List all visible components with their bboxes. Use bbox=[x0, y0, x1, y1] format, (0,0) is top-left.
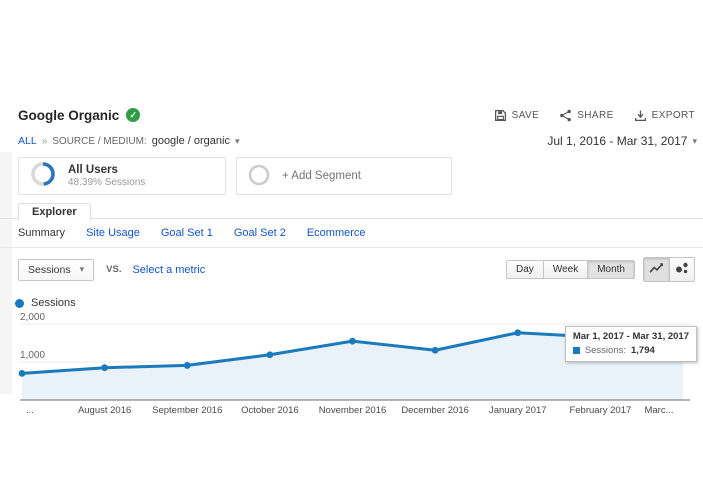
subtabs-row: Summary Site Usage Goal Set 1 Goal Set 2… bbox=[0, 219, 703, 248]
explorer-tab-row: Explorer bbox=[0, 203, 703, 221]
svg-text:Marc...: Marc... bbox=[644, 405, 673, 416]
motion-chart-type-button[interactable] bbox=[670, 257, 695, 282]
legend-label: Sessions bbox=[31, 297, 76, 309]
export-button[interactable]: EXPORT bbox=[634, 109, 695, 122]
share-button[interactable]: SHARE bbox=[559, 109, 613, 122]
line-chart-icon bbox=[649, 261, 664, 279]
svg-text:January 2017: January 2017 bbox=[489, 405, 547, 416]
metric-dropdown-caret-icon: ▾ bbox=[79, 264, 85, 274]
svg-text:...: ... bbox=[26, 405, 34, 416]
motion-chart-icon bbox=[675, 261, 689, 279]
svg-text:August 2016: August 2016 bbox=[78, 405, 131, 416]
granularity-week-button[interactable]: Week bbox=[543, 260, 589, 279]
save-button-label: SAVE bbox=[511, 109, 540, 121]
tooltip-value: 1,794 bbox=[631, 345, 655, 356]
report-header: Google Organic ✓ SAVE SHARE EXPORT bbox=[0, 100, 703, 130]
metric-dropdown[interactable]: Sessions ▾ bbox=[18, 258, 95, 281]
line-chart-type-button[interactable] bbox=[643, 257, 670, 282]
subtab-goal-set-1[interactable]: Goal Set 1 bbox=[161, 227, 213, 239]
breadcrumb-all-link[interactable]: ALL bbox=[18, 135, 37, 147]
toolbar-row: ALL » SOURCE / MEDIUM: google / organic … bbox=[0, 130, 703, 152]
breadcrumb-dimension-label: SOURCE / MEDIUM: bbox=[52, 135, 147, 147]
select-a-metric-link[interactable]: Select a metric bbox=[132, 264, 205, 276]
add-segment-circle-icon bbox=[247, 163, 271, 190]
date-range-selector[interactable]: Jul 1, 2016 - Mar 31, 2017 ▾ bbox=[547, 134, 697, 148]
svg-text:February 2017: February 2017 bbox=[569, 405, 631, 416]
svg-text:November 2016: November 2016 bbox=[319, 405, 387, 416]
save-icon bbox=[494, 109, 507, 122]
breadcrumb-separator: » bbox=[41, 135, 48, 147]
svg-text:September 2016: September 2016 bbox=[152, 405, 222, 416]
save-button[interactable]: SAVE bbox=[494, 109, 540, 122]
tab-explorer[interactable]: Explorer bbox=[18, 203, 91, 221]
chart-type-toggle bbox=[643, 257, 695, 282]
chart-tooltip: Mar 1, 2017 - Mar 31, 2017 Sessions: 1,7… bbox=[564, 326, 697, 362]
header-actions: SAVE SHARE EXPORT bbox=[494, 109, 695, 122]
subtab-goal-set-2[interactable]: Goal Set 2 bbox=[234, 227, 286, 239]
segment-subtitle: 48.39% Sessions bbox=[68, 177, 146, 188]
sessions-chart: 1,000 2,000... August 2016 September 2016 Oc… bbox=[0, 312, 703, 437]
export-icon bbox=[634, 109, 647, 122]
add-segment-button[interactable]: + Add Segment bbox=[236, 157, 452, 195]
tooltip-series-swatch bbox=[572, 347, 580, 354]
granularity-day-button[interactable]: Day bbox=[506, 260, 544, 279]
add-segment-label: + Add Segment bbox=[282, 170, 361, 182]
segment-donut-icon bbox=[29, 160, 57, 193]
svg-text:December 2016: December 2016 bbox=[401, 405, 469, 416]
export-button-label: EXPORT bbox=[651, 109, 695, 121]
granularity-month-button[interactable]: Month bbox=[588, 260, 635, 279]
svg-text:1,000: 1,000 bbox=[20, 350, 45, 361]
vs-label: VS. bbox=[106, 264, 122, 275]
date-range-label: Jul 1, 2016 - Mar 31, 2017 bbox=[547, 134, 688, 148]
tooltip-row: Sessions: 1,794 bbox=[572, 345, 689, 356]
breadcrumb-dimension-value: google / organic bbox=[151, 135, 230, 147]
granularity-toggle: Day Week Month bbox=[506, 260, 635, 279]
tooltip-title: Mar 1, 2017 - Mar 31, 2017 bbox=[572, 331, 689, 342]
legend-dot bbox=[15, 298, 24, 308]
analytics-report-page: Google Organic ✓ SAVE SHARE EXPORT ALL »… bbox=[0, 0, 703, 500]
svg-text:2,000: 2,000 bbox=[20, 312, 45, 323]
metric-dropdown-value: Sessions bbox=[28, 263, 71, 276]
share-button-label: SHARE bbox=[577, 109, 614, 121]
breadcrumb: ALL » SOURCE / MEDIUM: google / organic … bbox=[18, 135, 240, 147]
chart-controls: Day Week Month bbox=[506, 257, 695, 282]
segment-title: All Users bbox=[68, 164, 118, 176]
report-content: Google Organic ✓ SAVE SHARE EXPORT ALL »… bbox=[0, 100, 703, 437]
subtab-site-usage[interactable]: Site Usage bbox=[86, 227, 140, 239]
chart-legend: Sessions bbox=[0, 286, 703, 312]
metric-row: Sessions ▾ VS. Select a metric Day Week … bbox=[0, 248, 703, 286]
segment-all-users[interactable]: All Users 48.39% Sessions bbox=[18, 157, 226, 195]
tooltip-series-label: Sessions: bbox=[584, 345, 626, 356]
breadcrumb-caret-icon[interactable]: ▾ bbox=[235, 136, 240, 147]
subtab-ecommerce[interactable]: Ecommerce bbox=[307, 227, 366, 239]
svg-text:October 2016: October 2016 bbox=[241, 405, 299, 416]
subtab-summary[interactable]: Summary bbox=[18, 227, 65, 239]
share-icon bbox=[559, 109, 572, 122]
date-range-caret-icon: ▾ bbox=[692, 135, 697, 146]
verified-badge-icon: ✓ bbox=[126, 108, 141, 122]
segment-text: All Users 48.39% Sessions bbox=[68, 164, 145, 188]
page-title: Google Organic bbox=[18, 107, 120, 123]
segments-row: All Users 48.39% Sessions + Add Segment bbox=[18, 157, 695, 195]
